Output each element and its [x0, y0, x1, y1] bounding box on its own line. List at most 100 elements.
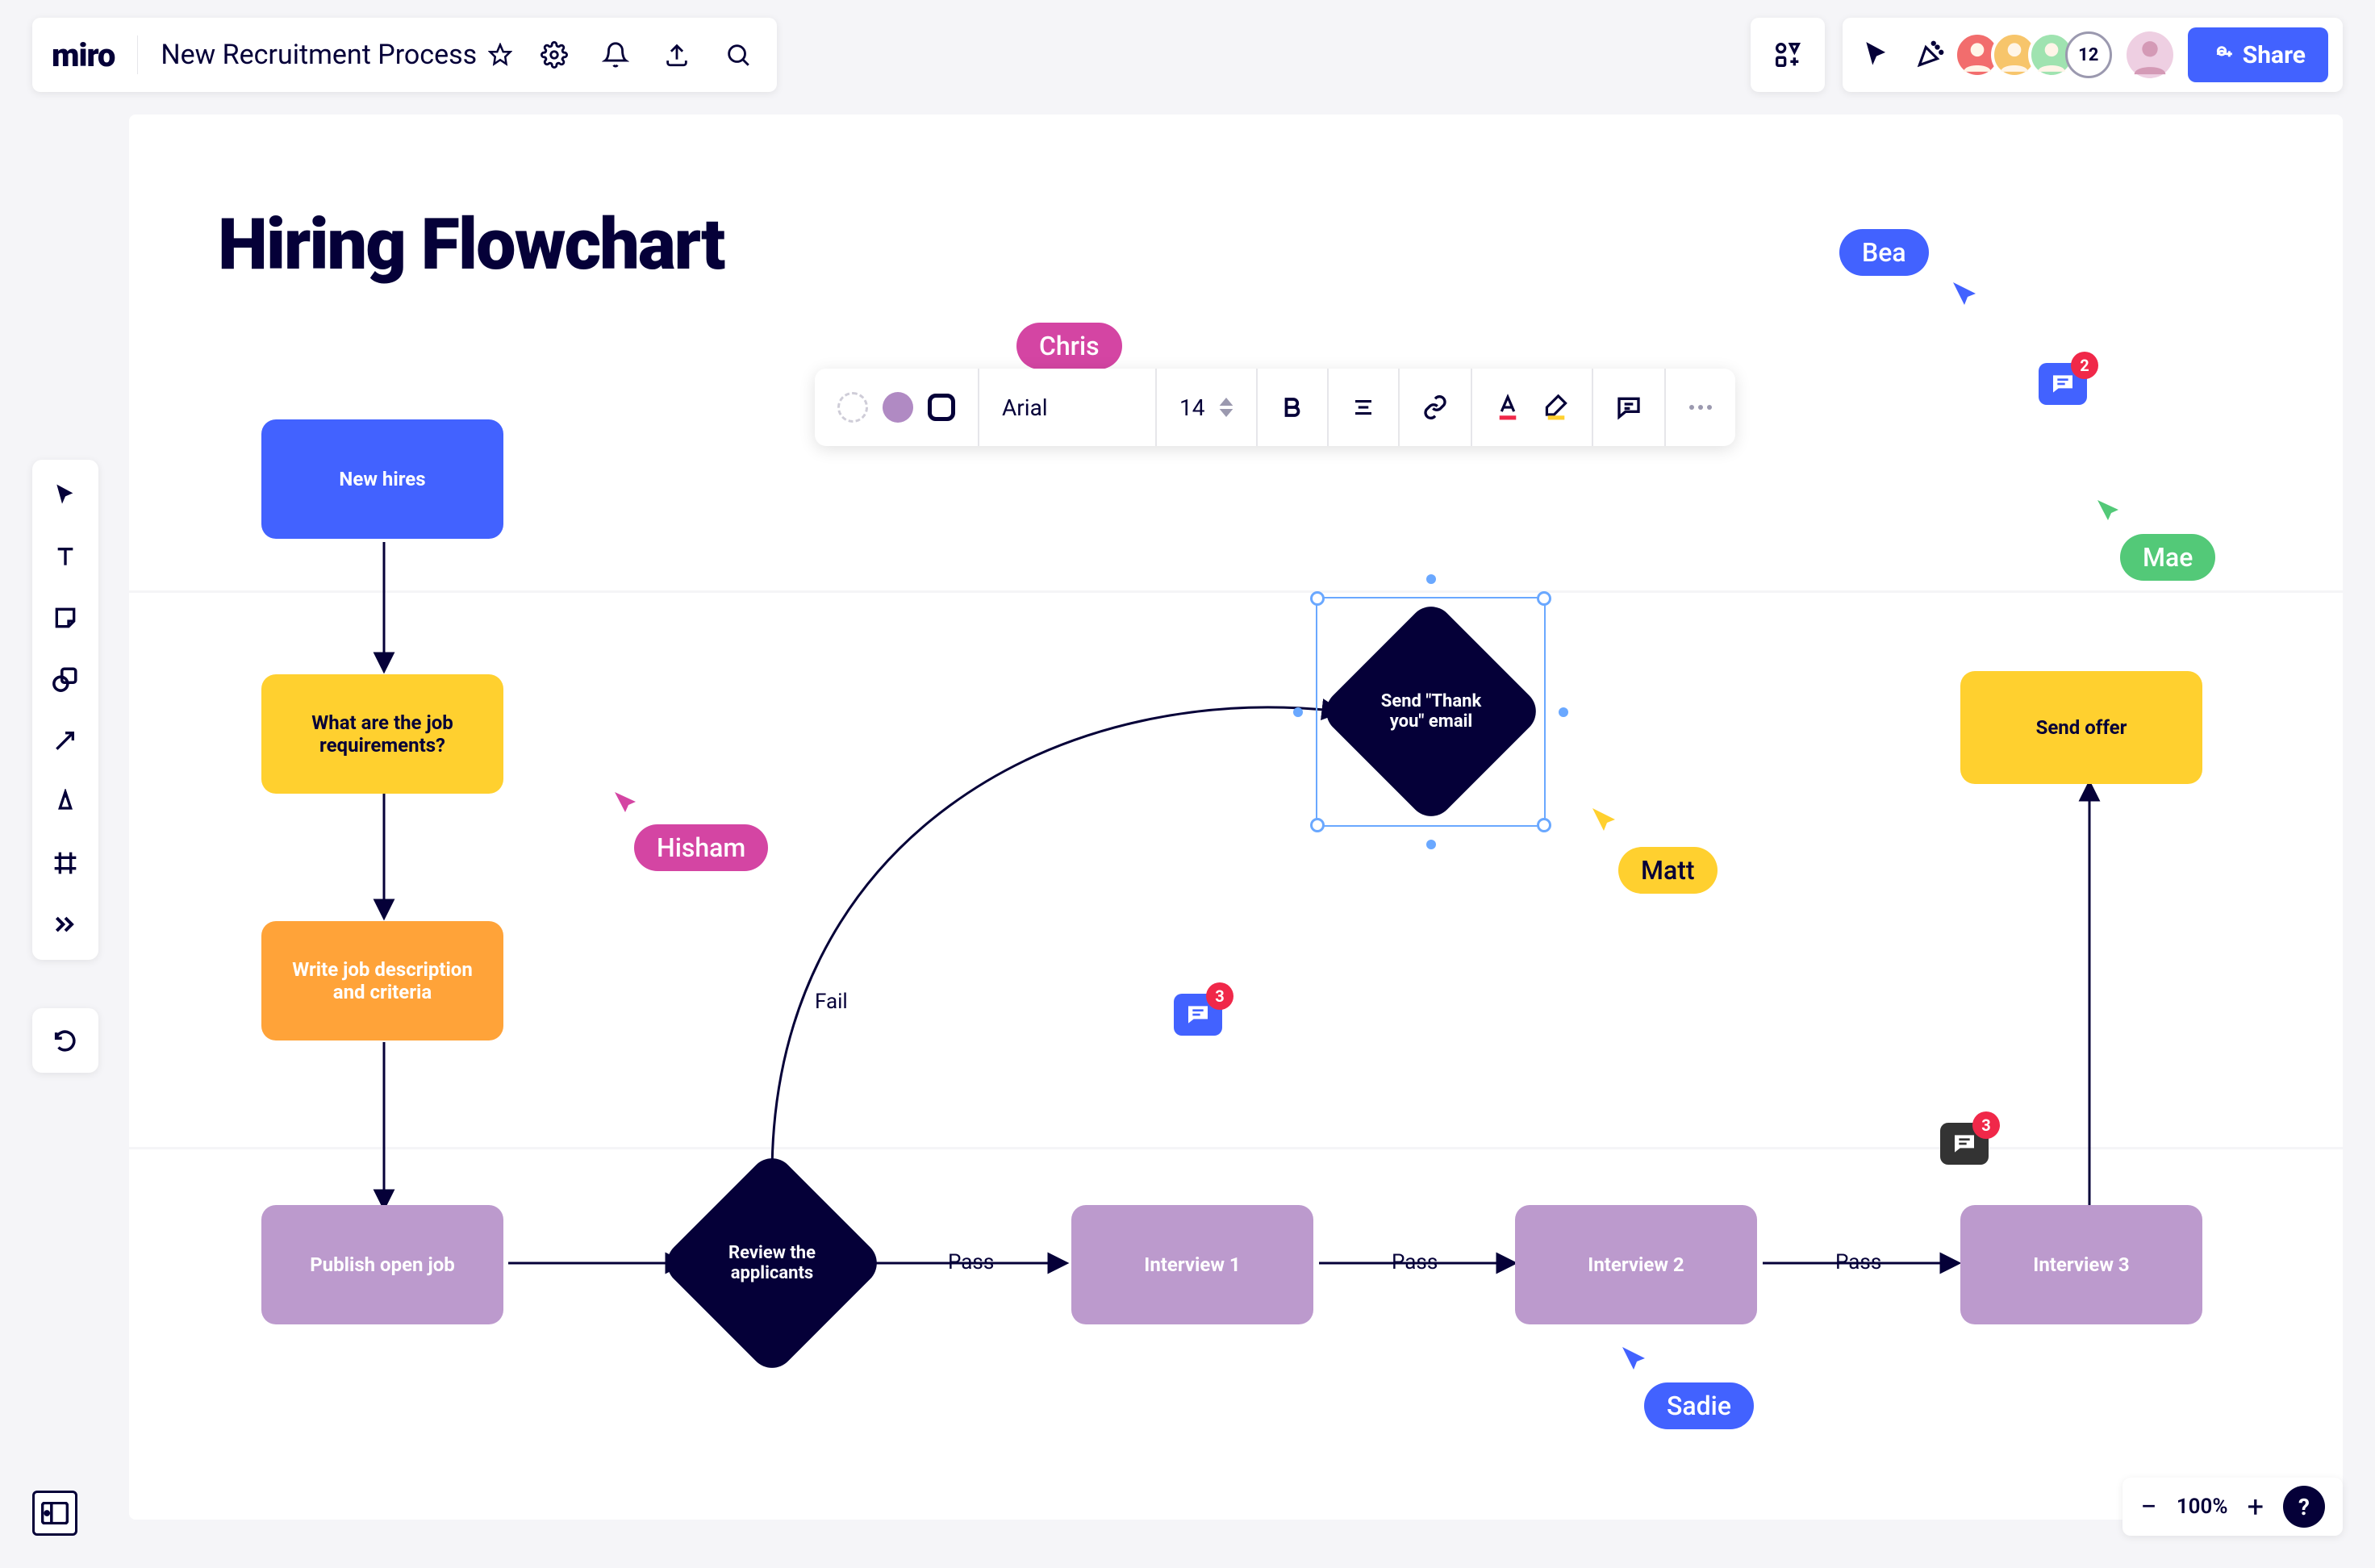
node-label: Publish open job — [310, 1253, 455, 1276]
divider — [137, 35, 138, 74]
cursor-icon — [1953, 282, 1985, 315]
node-write-jd[interactable]: Write job description and criteria — [261, 921, 503, 1040]
add-app-icon[interactable] — [1768, 35, 1807, 74]
settings-icon[interactable] — [535, 35, 574, 74]
font-name: Arial — [1002, 394, 1048, 421]
node-requirements[interactable]: What are the job requirements? — [261, 674, 503, 794]
comment-count: 3 — [1972, 1111, 2000, 1139]
format-toolbar: Arial 14 — [815, 369, 1735, 446]
export-icon[interactable] — [657, 35, 696, 74]
board-title[interactable]: New Recruitment Process — [161, 39, 512, 71]
arrow-tool[interactable] — [46, 721, 85, 760]
node-label: Interview 3 — [2033, 1253, 2129, 1276]
node-publish[interactable]: Publish open job — [261, 1205, 503, 1324]
node-label: Interview 2 — [1588, 1253, 1684, 1276]
zoom-level[interactable]: 100% — [2177, 1495, 2228, 1519]
cursor-tag-mae: Mae — [2120, 534, 2215, 581]
font-size[interactable]: 14 — [1157, 369, 1258, 446]
text-color-group — [1472, 369, 1593, 446]
resize-handle[interactable] — [1537, 818, 1551, 832]
node-new-hires[interactable]: New hires — [261, 419, 503, 539]
shape-tool[interactable] — [46, 660, 85, 699]
collab-panel: 12 Share — [1843, 18, 2343, 92]
board-title-text: New Recruitment Process — [161, 39, 477, 71]
miro-logo: miro — [52, 36, 115, 74]
cursor-tag-bea: Bea — [1839, 229, 1929, 276]
undo-panel — [32, 1008, 98, 1073]
resize-handle[interactable] — [1310, 818, 1325, 832]
selection-box[interactable] — [1316, 597, 1546, 827]
node-interview-3[interactable]: Interview 3 — [1960, 1205, 2202, 1324]
help-button[interactable]: ? — [2283, 1486, 2325, 1528]
top-right-controls: 12 Share — [1751, 18, 2343, 92]
comment-count: 3 — [1206, 982, 1233, 1010]
cursor-icon[interactable] — [1857, 35, 1896, 74]
stepper-icon[interactable] — [1219, 398, 1233, 417]
edge-label: Pass — [1835, 1250, 1881, 1274]
frame-tool[interactable] — [46, 844, 85, 882]
zoom-in[interactable]: + — [2248, 1490, 2264, 1524]
connector-handle[interactable] — [1559, 707, 1568, 717]
rotate-handle[interactable] — [1426, 574, 1436, 584]
text-tool[interactable] — [46, 537, 85, 576]
font-family[interactable]: Arial — [979, 369, 1157, 446]
fill-swatch[interactable] — [883, 392, 913, 423]
node-review[interactable]: Review the applicants — [691, 1182, 853, 1344]
node-label: Write job description and criteria — [276, 958, 489, 1003]
link-button[interactable] — [1400, 369, 1472, 446]
text-color-button[interactable] — [1495, 393, 1521, 422]
more-tools[interactable] — [46, 905, 85, 944]
connector-handle[interactable] — [1426, 840, 1436, 849]
align-button[interactable] — [1329, 369, 1400, 446]
diagram-title[interactable]: Hiring Flowchart — [218, 203, 724, 286]
canvas[interactable]: Hiring Flowchart New hires What are the … — [129, 115, 2343, 1520]
resize-handle[interactable] — [1537, 591, 1551, 606]
search-icon[interactable] — [719, 35, 758, 74]
node-label: New hires — [339, 468, 425, 490]
pen-tool[interactable] — [46, 782, 85, 821]
node-interview-2[interactable]: Interview 2 — [1515, 1205, 1757, 1324]
comment-bubble[interactable]: 3 — [1174, 994, 1222, 1036]
edge-label: Fail — [815, 990, 848, 1014]
shape-style[interactable] — [815, 369, 979, 446]
node-interview-1[interactable]: Interview 1 — [1071, 1205, 1313, 1324]
select-tool[interactable] — [46, 476, 85, 515]
highlight-button[interactable] — [1543, 393, 1569, 422]
node-label: Review the applicants — [716, 1243, 829, 1283]
connector-handle[interactable] — [1293, 707, 1303, 717]
apps-panel — [1751, 18, 1825, 92]
cursor-icon — [1622, 1347, 1655, 1379]
bell-icon[interactable] — [596, 35, 635, 74]
board-header: miro New Recruitment Process — [32, 18, 777, 92]
resize-handle[interactable] — [1310, 591, 1325, 606]
comment-bubble[interactable]: 2 — [2039, 363, 2087, 405]
no-fill-swatch[interactable] — [837, 392, 868, 423]
font-size-value: 14 — [1179, 394, 1204, 421]
confetti-icon[interactable] — [1910, 35, 1949, 74]
zoom-controls: − 100% + ? — [2122, 1478, 2343, 1536]
share-button[interactable]: Share — [2188, 27, 2328, 82]
cursor-tag-matt: Matt — [1618, 847, 1718, 894]
edge-label: Pass — [948, 1250, 994, 1274]
cursor-icon — [1592, 808, 1625, 840]
more-options[interactable] — [1666, 369, 1735, 446]
collaborator-avatars[interactable]: 12 — [1964, 31, 2112, 78]
border-swatch[interactable] — [928, 394, 955, 421]
bold-button[interactable] — [1258, 369, 1329, 446]
node-send-offer[interactable]: Send offer — [1960, 671, 2202, 784]
zoom-out[interactable]: − — [2140, 1490, 2157, 1524]
sticky-tool[interactable] — [46, 598, 85, 637]
avatar-overflow[interactable]: 12 — [2065, 31, 2112, 78]
comment-bubble[interactable]: 3 — [1940, 1123, 1989, 1165]
node-label: Interview 1 — [1144, 1253, 1240, 1276]
node-label: What are the job requirements? — [276, 711, 489, 757]
node-label: Send offer — [2036, 716, 2127, 739]
frame-panel-toggle[interactable] — [32, 1491, 77, 1536]
star-icon[interactable] — [488, 43, 512, 67]
self-avatar[interactable] — [2127, 31, 2173, 78]
comment-button[interactable] — [1593, 369, 1666, 446]
cursor-tag-hisham: Hisham — [634, 824, 768, 871]
edge-label: Pass — [1392, 1250, 1438, 1274]
undo-button[interactable] — [46, 1021, 85, 1060]
cursor-icon — [615, 792, 645, 823]
